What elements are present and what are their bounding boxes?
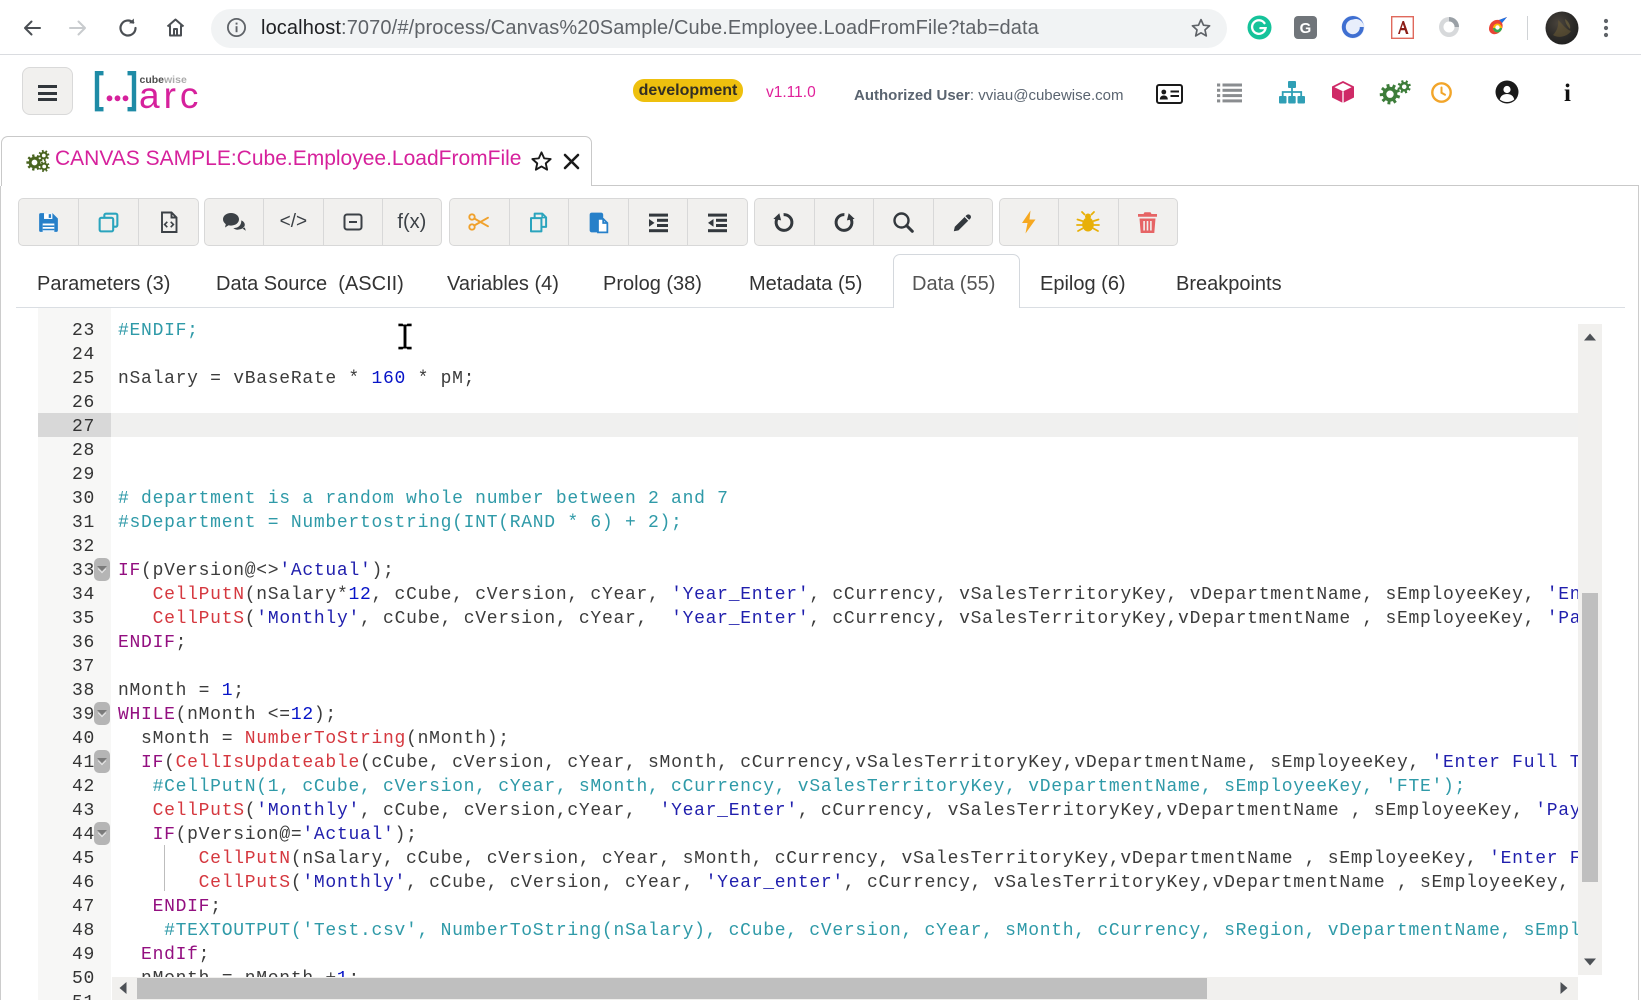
svg-text:G: G <box>1300 20 1312 37</box>
svg-text:arc: arc <box>139 75 202 116</box>
